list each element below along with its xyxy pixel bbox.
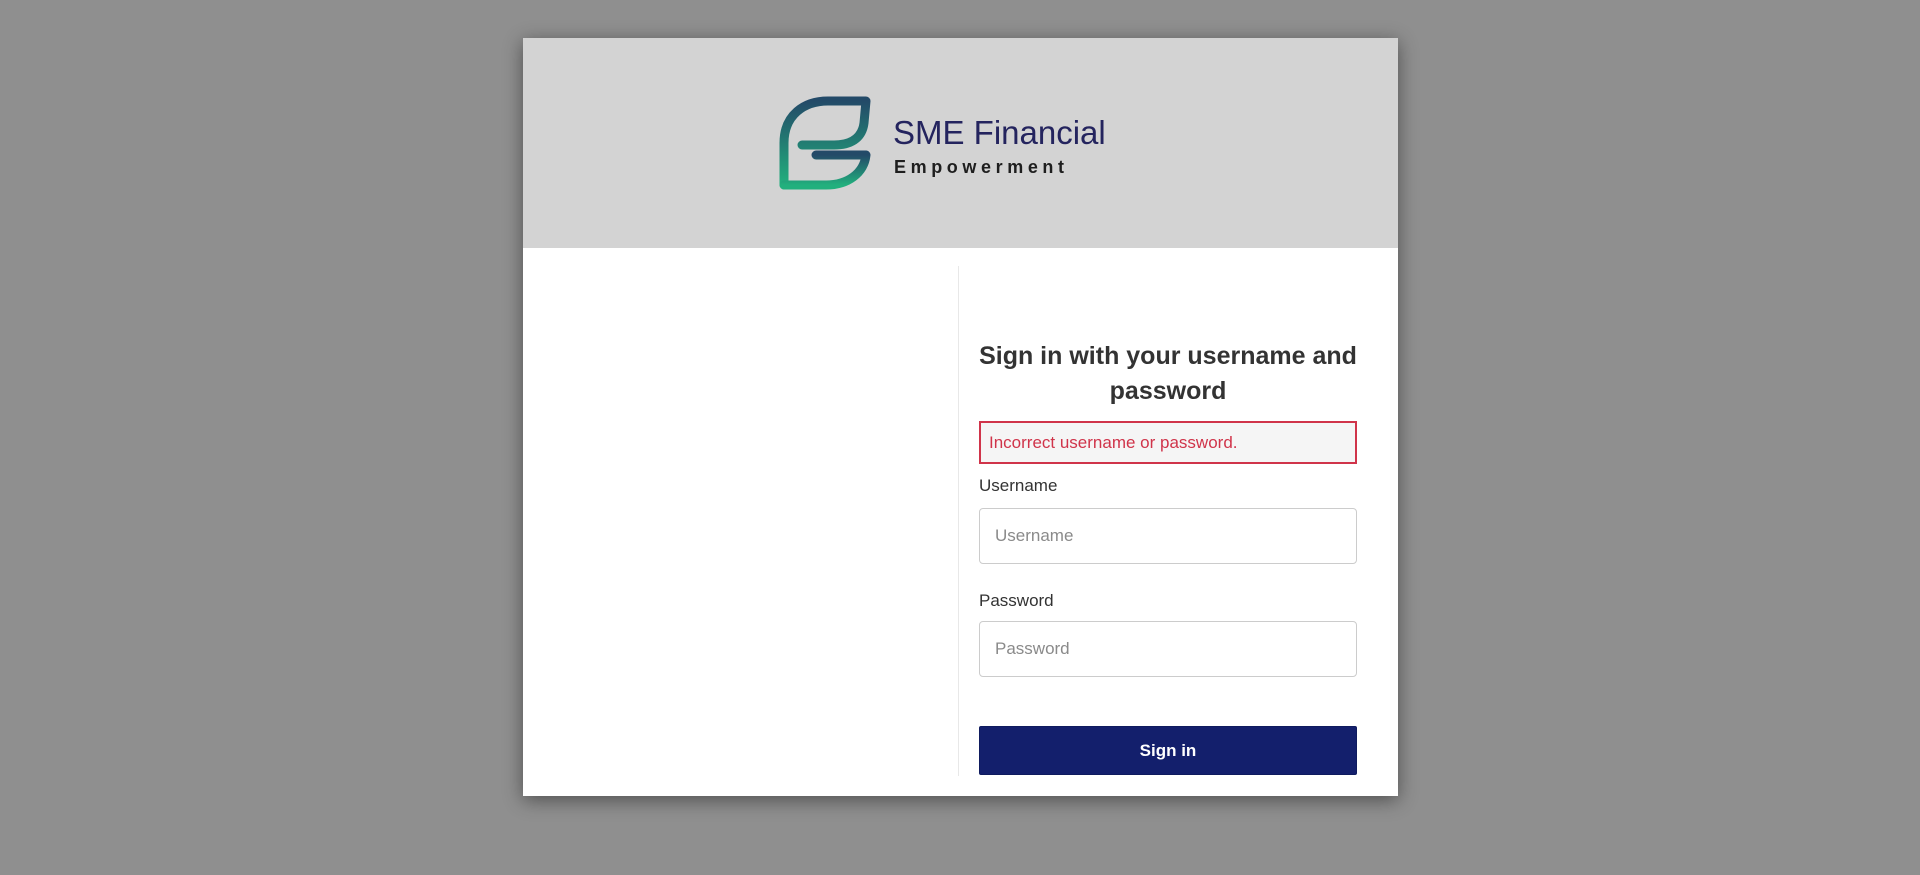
left-panel (523, 248, 958, 796)
brand-tagline: Empowerment (894, 157, 1069, 177)
password-input[interactable] (979, 621, 1357, 677)
brand-banner: SME Financial Empowerment (523, 38, 1398, 248)
brand-logo: SME Financial Empowerment (776, 93, 1121, 193)
brand-name: SME Financial (893, 114, 1106, 151)
signin-modal: SME Financial Empowerment Sign in with y… (523, 38, 1398, 796)
signin-button[interactable]: Sign in (979, 726, 1357, 775)
username-input[interactable] (979, 508, 1357, 564)
username-label: Username (979, 476, 1058, 495)
leaf-e-logo-icon: SME Financial Empowerment (779, 96, 1106, 190)
panel-divider (958, 266, 959, 776)
password-label: Password (979, 591, 1054, 610)
form-title: Sign in with your username and password (979, 342, 1357, 405)
error-message: Incorrect username or password. (979, 421, 1357, 464)
